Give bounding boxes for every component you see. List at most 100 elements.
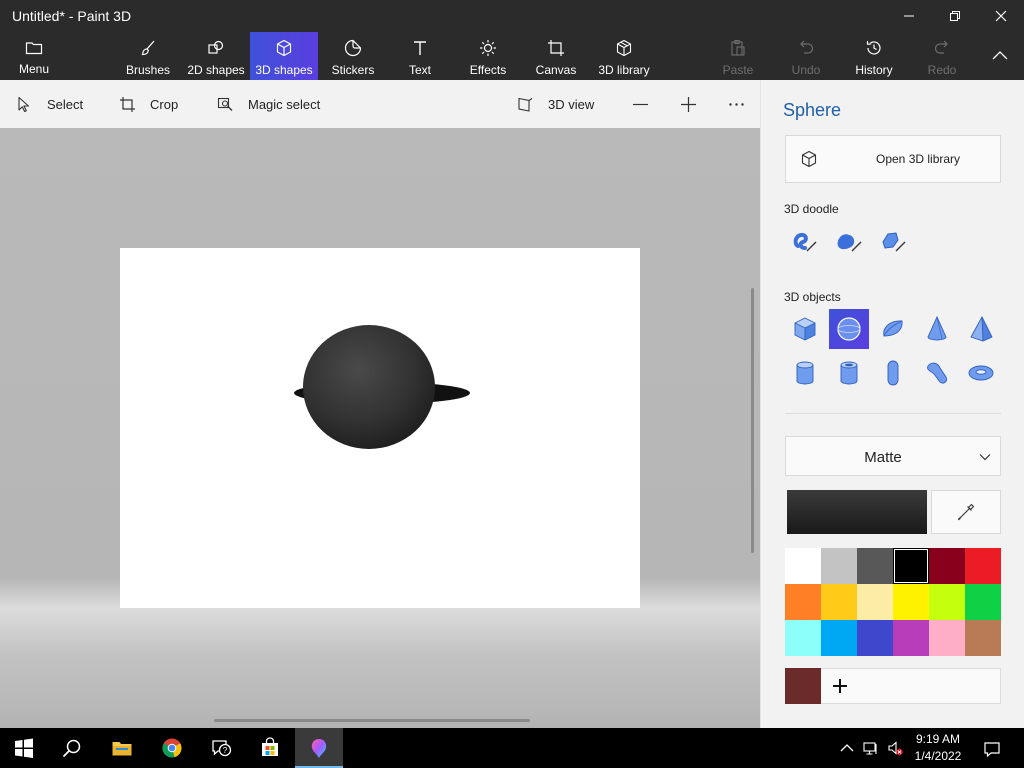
sharp-edge-doodle-button[interactable] <box>785 221 825 261</box>
redo-button[interactable]: Redo <box>920 32 964 80</box>
material-dropdown[interactable]: Matte <box>785 436 1001 476</box>
minimize-button[interactable] <box>886 0 932 32</box>
color-swatch[interactable] <box>785 584 821 620</box>
paint-3d-taskbar-button[interactable] <box>295 728 343 768</box>
color-swatch[interactable] <box>821 584 857 620</box>
sphere-icon <box>837 317 861 341</box>
restore-icon <box>950 11 960 21</box>
open-3d-library-button[interactable]: Open 3D library <box>785 135 1001 183</box>
windows-taskbar: ? 9:19 AM 1/4/2022 <box>0 728 1024 768</box>
torus-button[interactable] <box>961 353 1001 393</box>
sphere-button[interactable] <box>829 309 869 349</box>
magic-select-icon <box>217 97 233 111</box>
brush-icon <box>138 38 158 58</box>
hemisphere-button[interactable] <box>873 309 913 349</box>
chrome-button[interactable] <box>148 728 196 768</box>
paste-button[interactable]: Paste <box>716 32 760 80</box>
panel-divider <box>785 413 1001 414</box>
cone-button[interactable] <box>917 309 957 349</box>
get-help-button[interactable]: ? <box>197 728 245 768</box>
zoom-in-button[interactable] <box>680 80 697 128</box>
color-swatch[interactable] <box>785 548 821 584</box>
custom-color-swatch[interactable] <box>785 668 821 704</box>
notifications-icon[interactable] <box>983 740 1001 758</box>
tab-3d-library[interactable]: 3D library <box>596 32 652 80</box>
color-swatch[interactable] <box>893 548 929 584</box>
3d-view-button[interactable]: 3D view <box>517 80 594 128</box>
tab-stickers[interactable]: Stickers <box>327 32 379 80</box>
more-options-button[interactable] <box>728 80 745 128</box>
restore-button[interactable] <box>932 0 978 32</box>
color-swatch[interactable] <box>929 620 965 656</box>
tube-button[interactable] <box>829 353 869 393</box>
color-swatch[interactable] <box>965 548 1001 584</box>
add-color-button[interactable] <box>823 668 857 704</box>
color-swatch[interactable] <box>893 584 929 620</box>
microsoft-store-button[interactable] <box>246 728 294 768</box>
chevron-up-icon <box>990 46 1010 66</box>
bent-tube-button[interactable] <box>917 353 957 393</box>
color-swatch[interactable] <box>965 584 1001 620</box>
color-swatch[interactable] <box>893 620 929 656</box>
tube-doodle-button[interactable] <box>873 221 913 261</box>
current-color-preview <box>787 490 927 534</box>
window-title: Untitled* - Paint 3D <box>12 8 132 24</box>
workspace[interactable] <box>0 128 760 728</box>
file-explorer-icon <box>112 742 132 756</box>
3d-library-icon <box>614 38 634 58</box>
tab-effects[interactable]: Effects <box>464 32 512 80</box>
capsule-button[interactable] <box>873 353 913 393</box>
color-swatch[interactable] <box>857 584 893 620</box>
search-button[interactable] <box>48 728 96 768</box>
minus-icon <box>633 103 648 105</box>
sphere-object[interactable] <box>120 248 640 608</box>
tab-2d-shapes[interactable]: 2D shapes <box>186 32 246 80</box>
undo-button[interactable]: Undo <box>784 32 828 80</box>
drawing-canvas[interactable] <box>120 248 640 608</box>
tab-brushes[interactable]: Brushes <box>122 32 174 80</box>
soft-edge-doodle-button[interactable] <box>829 221 869 261</box>
crop-button[interactable]: Crop <box>119 80 178 128</box>
menu-button[interactable]: Menu <box>10 32 58 80</box>
vertical-scrollbar[interactable] <box>751 288 754 553</box>
color-swatch[interactable] <box>965 620 1001 656</box>
main-ribbon: Menu Brushes 2D shapes 3D shapes Sticker <box>0 32 1024 80</box>
select-button[interactable]: Select <box>16 80 83 128</box>
file-explorer-button[interactable] <box>98 728 146 768</box>
color-swatch[interactable] <box>929 548 965 584</box>
chevron-up-icon[interactable] <box>839 740 855 756</box>
cylinder-button[interactable] <box>785 353 825 393</box>
collapse-ribbon-button[interactable] <box>980 32 1020 80</box>
color-swatch[interactable] <box>821 548 857 584</box>
command-bar: Select Crop Magic select 3D view <box>0 80 760 128</box>
paint-3d-icon <box>311 739 327 758</box>
pyramid-button[interactable] <box>961 309 1001 349</box>
history-button[interactable]: History <box>850 32 898 80</box>
undo-label: Undo <box>791 63 821 77</box>
eyedropper-button[interactable] <box>931 490 1001 534</box>
color-swatch[interactable] <box>857 548 893 584</box>
volume-muted-icon[interactable] <box>887 740 903 756</box>
capsule-icon <box>887 360 899 386</box>
sphere-body[interactable] <box>303 325 435 449</box>
close-button[interactable] <box>978 0 1024 32</box>
color-swatch[interactable] <box>857 620 893 656</box>
horizontal-scrollbar[interactable] <box>214 719 530 722</box>
panel-title: Sphere <box>783 100 842 120</box>
zoom-out-button[interactable] <box>632 80 649 128</box>
tab-canvas[interactable]: Canvas <box>532 32 580 80</box>
color-swatch[interactable] <box>929 584 965 620</box>
tab-text[interactable]: Text <box>396 32 444 80</box>
paste-icon <box>728 38 748 58</box>
3d-view-label: 3D view <box>548 96 595 112</box>
tab-label: Canvas <box>535 63 577 77</box>
tab-3d-shapes[interactable]: 3D shapes <box>250 32 318 80</box>
cube-button[interactable] <box>785 309 825 349</box>
start-button[interactable] <box>0 728 48 768</box>
taskbar-clock[interactable]: 9:19 AM 1/4/2022 <box>905 731 971 765</box>
color-swatch[interactable] <box>821 620 857 656</box>
sun-icon <box>478 38 498 58</box>
magic-select-button[interactable]: Magic select <box>217 80 320 128</box>
color-swatch[interactable] <box>785 620 821 656</box>
network-icon[interactable] <box>863 740 879 756</box>
